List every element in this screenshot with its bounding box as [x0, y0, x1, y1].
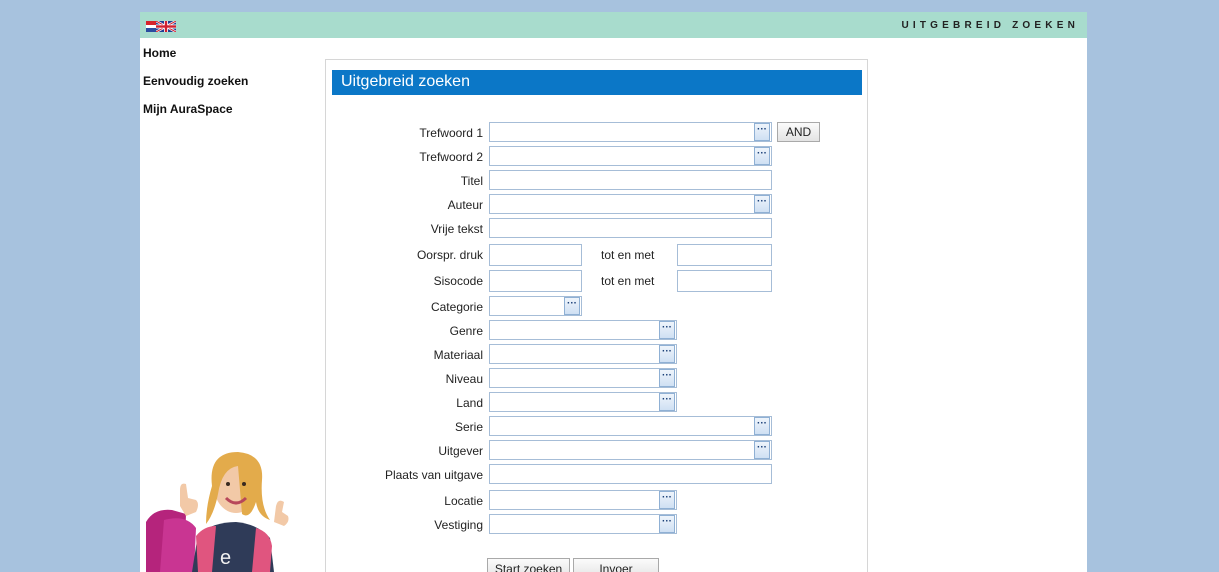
row-vrije-tekst: Vrije tekst [326, 218, 826, 240]
row-oorspr-druk: Oorspr. druk tot en met [326, 244, 826, 266]
clear-input-button[interactable]: Invoer wissen [573, 558, 659, 572]
row-locatie: Locatie ··· [326, 490, 826, 512]
label-locatie: Locatie [444, 494, 483, 508]
locatie-input[interactable] [489, 490, 677, 510]
label-oorspr-druk: Oorspr. druk [416, 248, 483, 262]
page-container: UITGEBREID ZOEKEN Home Eenvoudig zoeken … [140, 12, 1087, 572]
niveau-input[interactable] [489, 368, 677, 388]
vestiging-input[interactable] [489, 514, 677, 534]
serie-lookup-icon[interactable]: ··· [754, 417, 770, 435]
row-niveau: Niveau ··· [326, 368, 826, 390]
sisocode-to-input[interactable] [677, 270, 772, 292]
row-plaats-van-uitgave: Plaats van uitgave [326, 464, 826, 486]
plaats-van-uitgave-input[interactable] [489, 464, 772, 484]
row-titel: Titel [326, 170, 826, 192]
label-vrije-tekst: Vrije tekst [430, 222, 483, 236]
uk-flag-icon[interactable] [156, 21, 176, 32]
row-sisocode: Sisocode tot en met [326, 270, 826, 292]
oorspr-druk-to-input[interactable] [677, 244, 772, 266]
label-vestiging: Vestiging [434, 518, 483, 532]
row-land: Land ··· [326, 392, 826, 414]
genre-input[interactable] [489, 320, 677, 340]
titel-input[interactable] [489, 170, 772, 190]
auteur-lookup-icon[interactable]: ··· [754, 195, 770, 213]
label-trefwoord1: Trefwoord 1 [419, 126, 483, 140]
serie-input[interactable] [489, 416, 772, 436]
row-vestiging: Vestiging ··· [326, 514, 826, 536]
vrije-tekst-input[interactable] [489, 218, 772, 238]
label-niveau: Niveau [445, 372, 483, 386]
and-operator-button[interactable]: AND [777, 122, 820, 142]
mascot-illustration: e [146, 450, 296, 572]
label-materiaal: Materiaal [433, 348, 483, 362]
materiaal-lookup-icon[interactable]: ··· [659, 345, 675, 363]
trefwoord1-input[interactable] [489, 122, 772, 142]
label-uitgever: Uitgever [438, 444, 483, 458]
side-navigation: Home Eenvoudig zoeken Mijn AuraSpace [140, 46, 310, 128]
label-sisocode-tot-en-met: tot en met [601, 274, 655, 288]
trefwoord2-input[interactable] [489, 146, 772, 166]
label-titel: Titel [460, 174, 483, 188]
genre-lookup-icon[interactable]: ··· [659, 321, 675, 339]
row-uitgever: Uitgever ··· [326, 440, 826, 462]
niveau-lookup-icon[interactable]: ··· [659, 369, 675, 387]
land-lookup-icon[interactable]: ··· [659, 393, 675, 411]
label-auteur: Auteur [447, 198, 483, 212]
oorspr-druk-from-input[interactable] [489, 244, 582, 266]
uitgever-lookup-icon[interactable]: ··· [754, 441, 770, 459]
page-section-title: UITGEBREID ZOEKEN [901, 20, 1079, 31]
label-genre: Genre [449, 324, 483, 338]
vestiging-lookup-icon[interactable]: ··· [659, 515, 675, 533]
row-trefwoord1: Trefwoord 1 ··· AND [326, 122, 826, 144]
sisocode-from-input[interactable] [489, 270, 582, 292]
trefwoord1-lookup-icon[interactable]: ··· [754, 123, 770, 141]
land-input[interactable] [489, 392, 677, 412]
row-materiaal: Materiaal ··· [326, 344, 826, 366]
uitgever-input[interactable] [489, 440, 772, 460]
row-trefwoord2: Trefwoord 2 ··· [326, 146, 826, 168]
label-oorspr-druk-tot-en-met: tot en met [601, 248, 655, 262]
trefwoord2-lookup-icon[interactable]: ··· [754, 147, 770, 165]
nav-eenvoudig-zoeken[interactable]: Eenvoudig zoeken [140, 74, 310, 100]
categorie-lookup-icon[interactable]: ··· [564, 297, 580, 315]
row-genre: Genre ··· [326, 320, 826, 342]
row-categorie: Categorie ··· [326, 296, 826, 318]
row-auteur: Auteur ··· [326, 194, 826, 216]
label-land: Land [456, 396, 483, 410]
label-categorie: Categorie [430, 300, 483, 314]
panel-title: Uitgebreid zoeken [332, 70, 862, 95]
materiaal-input[interactable] [489, 344, 677, 364]
label-sisocode: Sisocode [433, 274, 483, 288]
advanced-search-panel: Uitgebreid zoeken Trefwoord 1 ··· AND Tr… [325, 59, 868, 572]
start-search-button[interactable]: Start zoeken [487, 558, 570, 572]
label-plaats-van-uitgave: Plaats van uitgave [384, 468, 483, 482]
locatie-lookup-icon[interactable]: ··· [659, 491, 675, 509]
nav-home[interactable]: Home [140, 46, 310, 72]
nav-mijn-auraspace[interactable]: Mijn AuraSpace [140, 102, 310, 128]
row-serie: Serie ··· [326, 416, 826, 438]
label-trefwoord2: Trefwoord 2 [419, 150, 483, 164]
top-bar: UITGEBREID ZOEKEN [140, 12, 1087, 38]
label-serie: Serie [454, 420, 483, 434]
auteur-input[interactable] [489, 194, 772, 214]
svg-text:e: e [220, 547, 231, 569]
